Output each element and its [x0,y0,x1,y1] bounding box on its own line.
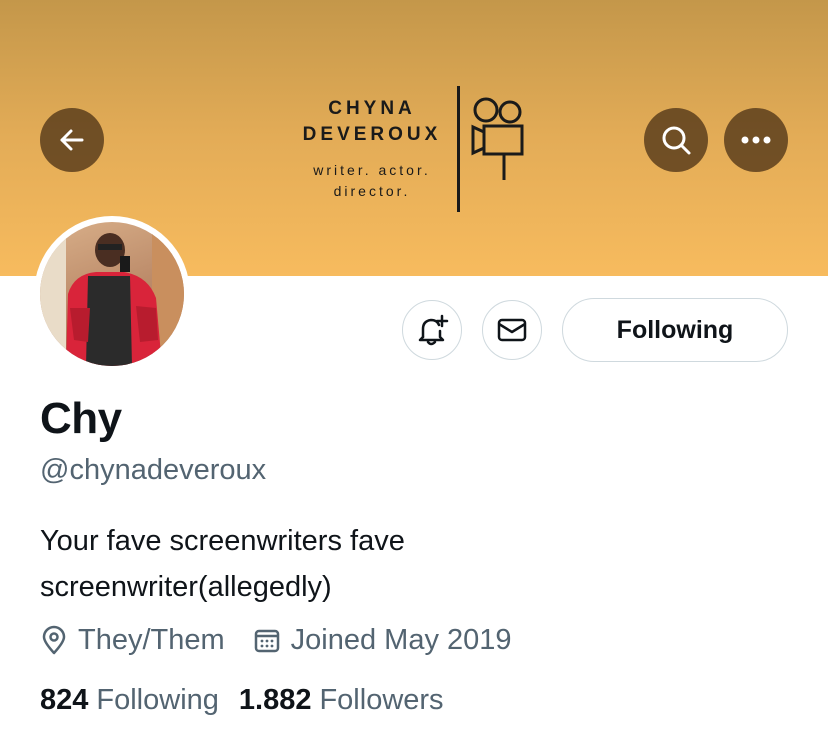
avatar-photo [40,222,184,366]
bio-line: Your fave screenwriters fave [40,525,405,557]
following-stat[interactable]: 824 Following [40,684,219,717]
logo-tagline-line2: director. [333,183,411,199]
following-label: Following [96,683,219,716]
logo-divider [457,86,460,212]
followers-count: 1.882 [238,683,312,716]
following-button[interactable]: Following [562,298,788,362]
back-button[interactable] [40,108,104,172]
envelope-icon [497,318,527,342]
profile-meta: They/Them Joined May 2019 [40,620,540,660]
more-horizontal-icon [741,136,771,144]
arrow-left-icon [60,129,84,151]
profile-stats: 824 Following 1.882 Followers [40,680,464,720]
joined-item: Joined May 2019 [253,624,512,657]
location-text: They/Them [78,623,225,656]
bio-line: screenwriter(allegedly) [40,571,332,603]
notifications-button[interactable] [402,300,462,360]
logo-name-line1: CHYNA [328,98,416,119]
more-button[interactable] [724,108,788,172]
bell-plus-icon [418,314,449,346]
profile-bio: Your fave screenwriters fave screenwrite… [40,518,600,610]
location-pin-icon [42,625,66,655]
followers-stat[interactable]: 1.882 Followers [239,684,444,717]
logo-name-line2: DEVEROUX [302,124,442,145]
banner-logo: CHYNA DEVEROUX writer. actor. director. [294,86,544,214]
user-handle: @chynadeveroux [40,454,267,486]
message-button[interactable] [482,300,542,360]
display-name: Chy [40,394,122,443]
film-camera-icon [471,97,524,180]
search-icon [662,126,691,155]
followers-label: Followers [319,683,444,716]
search-button[interactable] [644,108,708,172]
avatar[interactable] [40,222,184,366]
location-item: They/Them [40,624,225,657]
logo-tagline-line1: writer. actor. [313,162,431,178]
calendar-icon [254,629,279,653]
following-count: 824 [40,683,89,716]
joined-text: Joined May 2019 [290,623,512,656]
